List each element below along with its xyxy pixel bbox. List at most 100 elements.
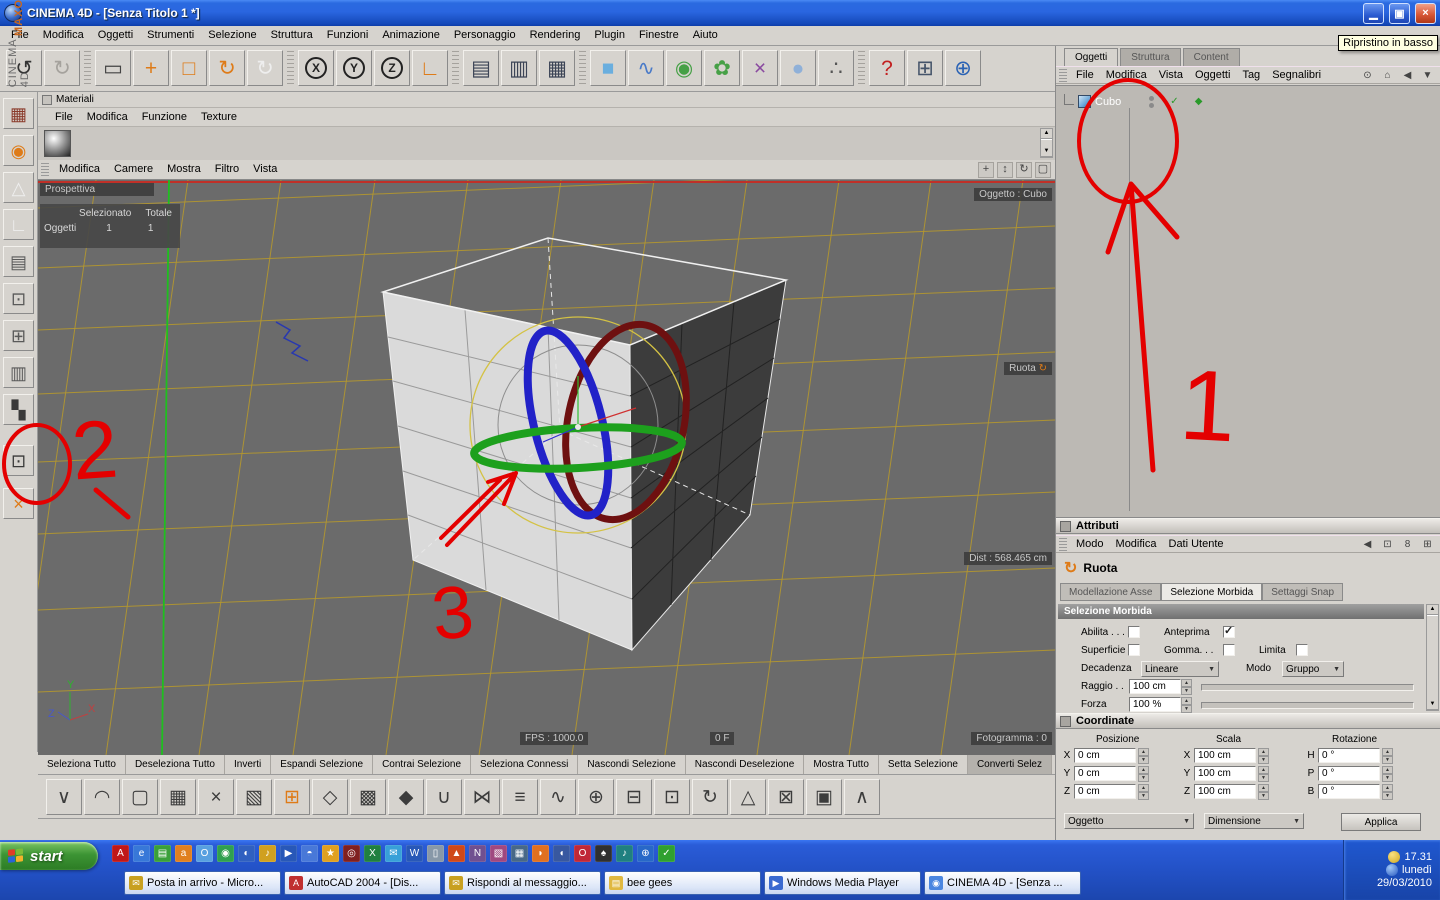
rotate-view-icon[interactable]: ↻ bbox=[1016, 162, 1032, 178]
back-icon[interactable]: ◀ bbox=[1400, 68, 1415, 83]
mirror-tool-icon[interactable]: ⋈ bbox=[464, 779, 500, 815]
coord-stepper[interactable]: ▲▼ bbox=[1258, 748, 1269, 763]
nero-icon[interactable]: ◎ bbox=[343, 845, 360, 862]
editor-visibility-dot[interactable] bbox=[1149, 96, 1154, 101]
scroll-up-icon[interactable]: ▲ bbox=[1041, 129, 1052, 139]
materials-menu-file[interactable]: File bbox=[48, 108, 80, 127]
autocad-icon[interactable]: ▲ bbox=[448, 845, 465, 862]
player-icon[interactable]: ▶ bbox=[280, 845, 297, 862]
menu-rendering[interactable]: Rendering bbox=[523, 26, 588, 45]
quicktime-icon[interactable]: ◓ bbox=[301, 845, 318, 862]
scroll-down-icon[interactable]: ▼ bbox=[1427, 700, 1438, 710]
coord-field-1-z[interactable]: 100 cm bbox=[1194, 784, 1256, 799]
panel-grip[interactable] bbox=[1059, 538, 1067, 551]
x-axis-lock-icon[interactable]: X bbox=[298, 50, 334, 86]
task-posta-in-arrivo-micro[interactable]: ✉Posta in arrivo - Micro... bbox=[124, 871, 281, 895]
z-axis-lock-icon[interactable]: Z bbox=[374, 50, 410, 86]
tab-selezione-morbida[interactable]: Selezione Morbida bbox=[1161, 583, 1262, 601]
add-particles-icon[interactable]: ∴ bbox=[818, 50, 854, 86]
selbar-deseleziona-tutto[interactable]: Deseleziona Tutto bbox=[126, 755, 225, 774]
om-menu-oggetti[interactable]: Oggetti bbox=[1189, 67, 1236, 84]
viewport-canvas[interactable]: Z X Y bbox=[38, 180, 1055, 755]
materials-collapse-icon[interactable] bbox=[42, 95, 52, 105]
calc-icon[interactable]: ▦ bbox=[511, 845, 528, 862]
render-visibility-dot[interactable] bbox=[1149, 103, 1154, 108]
menu-funzioni[interactable]: Funzioni bbox=[320, 26, 376, 45]
add-nurbs-icon[interactable]: ◉ bbox=[666, 50, 702, 86]
winamp-icon[interactable]: ♪ bbox=[259, 845, 276, 862]
object-axis-mode-icon[interactable]: ▤ bbox=[3, 246, 34, 277]
collapse-icon[interactable] bbox=[1060, 521, 1071, 532]
selbar-seleziona-tutto[interactable]: Seleziona Tutto bbox=[38, 755, 126, 774]
stepper-down-icon[interactable]: ▼ bbox=[1382, 756, 1393, 764]
firefox-icon[interactable]: ◗ bbox=[532, 845, 549, 862]
menu-strumenti[interactable]: Strumenti bbox=[140, 26, 201, 45]
excel-icon[interactable]: X bbox=[364, 845, 381, 862]
bone-tool-icon[interactable]: × bbox=[3, 488, 34, 519]
home-icon[interactable]: ⌂ bbox=[1380, 68, 1395, 83]
web-icon[interactable]: ⊕ bbox=[637, 845, 654, 862]
tab-settaggi-snap[interactable]: Settaggi Snap bbox=[1262, 583, 1343, 601]
messenger-icon[interactable] bbox=[1386, 864, 1398, 876]
stepper-down-icon[interactable]: ▼ bbox=[1138, 756, 1149, 764]
scroll-thumb[interactable] bbox=[1427, 615, 1438, 700]
menu-animazione[interactable]: Animazione bbox=[375, 26, 446, 45]
workplane-mode-icon[interactable]: ∟ bbox=[3, 209, 34, 240]
viewport-menu-modifica[interactable]: Modifica bbox=[52, 160, 107, 179]
stepper-up-icon[interactable]: ▲ bbox=[1181, 697, 1192, 705]
zoom-view-icon[interactable]: ↕ bbox=[997, 162, 1013, 178]
viewport-menu-filtro[interactable]: Filtro bbox=[208, 160, 246, 179]
om-menu-vista[interactable]: Vista bbox=[1153, 67, 1189, 84]
raggio-slider[interactable] bbox=[1201, 684, 1414, 691]
panel-grip[interactable] bbox=[41, 163, 49, 176]
selbar-inverti[interactable]: Inverti bbox=[225, 755, 271, 774]
rotate-tool-icon[interactable]: ↻ bbox=[209, 50, 245, 86]
materials-scrollbar[interactable]: ▲▼ bbox=[1040, 128, 1053, 158]
decadenza-dropdown[interactable]: Lineare▼ bbox=[1141, 661, 1219, 677]
bevel-tool-icon[interactable]: ◇ bbox=[312, 779, 348, 815]
visibility-toggles[interactable] bbox=[1149, 96, 1154, 108]
om-menu-tag[interactable]: Tag bbox=[1236, 67, 1266, 84]
soft-selection-section-bar[interactable]: Selezione Morbida bbox=[1058, 604, 1424, 619]
tab-modellazione-asse[interactable]: Modellazione Asse bbox=[1060, 583, 1161, 601]
coord-field-0-y[interactable]: 0 cm bbox=[1074, 766, 1136, 781]
coord-stepper[interactable]: ▲▼ bbox=[1138, 748, 1149, 763]
matrix-tool-icon[interactable]: ▦ bbox=[160, 779, 196, 815]
stitch-tool-icon[interactable]: ⊡ bbox=[654, 779, 690, 815]
check-icon[interactable]: ✓ bbox=[658, 845, 675, 862]
viewport[interactable]: Z X Y Prospettiva SelezionatoTotale Ogge… bbox=[38, 180, 1055, 755]
coord-field-0-z[interactable]: 0 cm bbox=[1074, 784, 1136, 799]
msn-icon[interactable]: ◉ bbox=[217, 845, 234, 862]
attributes-scrollbar[interactable]: ▲▼ bbox=[1426, 604, 1439, 711]
outlook-icon[interactable]: O bbox=[196, 845, 213, 862]
make-editable-icon[interactable]: ▦ bbox=[3, 98, 34, 129]
lock-icon[interactable]: ⊡ bbox=[1380, 537, 1395, 552]
oggetto-dropdown[interactable]: Oggetto▼ bbox=[1064, 813, 1194, 829]
stepper-up-icon[interactable]: ▲ bbox=[1258, 784, 1269, 792]
om-menu-file[interactable]: File bbox=[1070, 67, 1100, 84]
stepper-down-icon[interactable]: ▼ bbox=[1382, 792, 1393, 800]
stepper-up-icon[interactable]: ▲ bbox=[1181, 679, 1192, 687]
layout-icon[interactable]: ⊞ bbox=[907, 50, 943, 86]
history-icon[interactable]: 8 bbox=[1400, 537, 1415, 552]
texture-axis-mode-icon[interactable]: △ bbox=[3, 172, 34, 203]
normals-icon[interactable]: ∧ bbox=[844, 779, 880, 815]
stepper-down-icon[interactable]: ▼ bbox=[1258, 774, 1269, 782]
thunderbird-icon[interactable]: ◖ bbox=[553, 845, 570, 862]
materials-menu-funzione[interactable]: Funzione bbox=[135, 108, 194, 127]
raggio-stepper[interactable]: ▲▼ bbox=[1181, 679, 1192, 694]
object-row-cubo[interactable]: Cubo ✓ ◆ bbox=[1064, 94, 1202, 109]
view-name-label[interactable]: Prospettiva bbox=[40, 183, 154, 196]
coord-field-1-y[interactable]: 100 cm bbox=[1194, 766, 1256, 781]
render-settings-icon[interactable]: ▦ bbox=[539, 50, 575, 86]
attr-menu-dati-utente[interactable]: Dati Utente bbox=[1163, 536, 1230, 553]
applica-button[interactable]: Applica bbox=[1341, 813, 1421, 831]
viewport-menu-vista[interactable]: Vista bbox=[246, 160, 284, 179]
alice-icon[interactable]: a bbox=[175, 845, 192, 862]
coord-field-1-x[interactable]: 100 cm bbox=[1194, 748, 1256, 763]
coord-stepper[interactable]: ▲▼ bbox=[1258, 766, 1269, 781]
model-mode-icon[interactable]: ◉ bbox=[3, 135, 34, 166]
menu-selezione[interactable]: Selezione bbox=[201, 26, 263, 45]
enable-check-icon[interactable]: ✓ bbox=[1170, 96, 1178, 107]
stepper-down-icon[interactable]: ▼ bbox=[1258, 792, 1269, 800]
